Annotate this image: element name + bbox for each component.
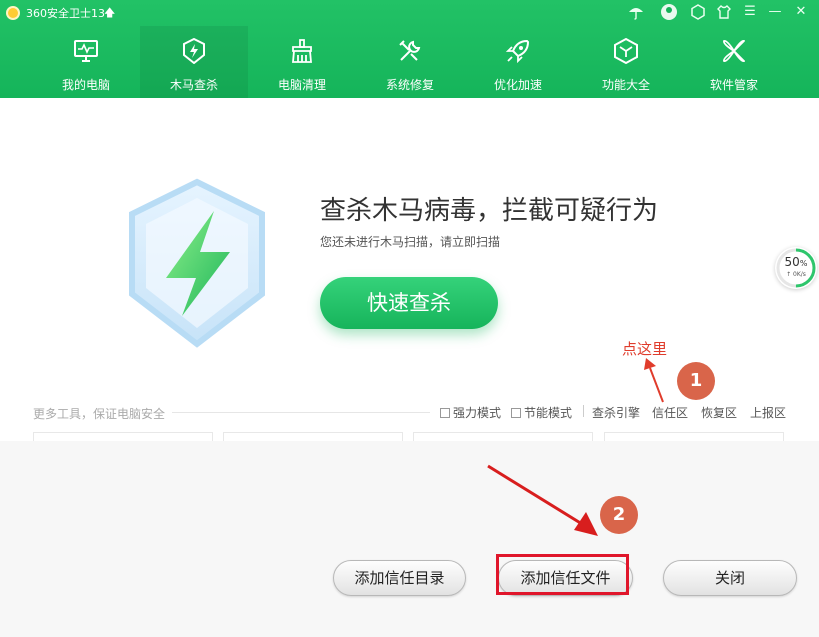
nav-system-repair[interactable]: 系统修复 bbox=[356, 26, 464, 98]
trust-zone-dialog bbox=[0, 441, 819, 637]
nav-software-manager[interactable]: 软件管家 bbox=[680, 26, 788, 98]
shirt-icon[interactable] bbox=[715, 3, 733, 21]
nav-my-computer[interactable]: 我的电脑 bbox=[32, 26, 140, 98]
nav-label: 软件管家 bbox=[709, 78, 758, 92]
nav-label: 系统修复 bbox=[385, 78, 434, 92]
nav-label: 优化加速 bbox=[493, 78, 542, 92]
power-mode-checkbox[interactable]: 节能模式 bbox=[511, 404, 572, 421]
hero-subtitle: 您还未进行木马扫描，请立即扫描 bbox=[320, 235, 501, 249]
header: 360安全卫士13 🡅 ☰ — ✕ 我的电脑 木马查杀 电脑清理 系统修复 优化… bbox=[0, 0, 819, 98]
arrow-to-trust-zone bbox=[649, 367, 664, 403]
highlight-box bbox=[496, 554, 629, 595]
menu-icon[interactable]: ☰ bbox=[741, 3, 759, 21]
annotation-hint: 点这里 bbox=[622, 340, 668, 358]
step-2-marker: 2 bbox=[600, 496, 638, 534]
upgrade-arrow-icon[interactable]: 🡅 bbox=[104, 4, 115, 23]
restore-zone-link[interactable]: 恢复区 bbox=[701, 404, 737, 421]
rocket-icon bbox=[505, 39, 530, 64]
step-1-marker: 1 bbox=[677, 362, 715, 400]
divider bbox=[583, 405, 584, 417]
main-nav: 我的电脑 木马查杀 电脑清理 系统修复 优化加速 功能大全 软件管家 bbox=[32, 26, 819, 98]
quick-scan-button[interactable]: 快速查杀 bbox=[320, 277, 498, 329]
trust-zone-link[interactable]: 信任区 bbox=[652, 404, 688, 421]
nav-label: 我的电脑 bbox=[61, 78, 110, 92]
add-trust-directory-button[interactable]: 添加信任目录 bbox=[333, 560, 466, 596]
arrowhead bbox=[644, 358, 656, 370]
wrench-icon bbox=[399, 40, 421, 61]
shield-illustration bbox=[129, 178, 265, 348]
close-icon[interactable]: ✕ bbox=[792, 3, 810, 21]
umbrella-icon[interactable] bbox=[627, 3, 645, 21]
nav-features[interactable]: 功能大全 bbox=[572, 26, 680, 98]
broom-icon bbox=[292, 39, 312, 63]
checkbox-icon bbox=[440, 408, 450, 418]
speed-rate: ↑ 0K/s bbox=[786, 271, 806, 278]
more-tools-label: 更多工具，保证电脑安全 bbox=[33, 407, 166, 421]
titlebar: 360安全卫士13 🡅 ☰ — ✕ bbox=[0, 0, 819, 26]
checkbox-icon bbox=[511, 408, 521, 418]
report-zone-link[interactable]: 上报区 bbox=[750, 404, 786, 421]
nav-cleanup[interactable]: 电脑清理 bbox=[248, 26, 356, 98]
app-logo-icon bbox=[6, 6, 20, 20]
speed-percent: 50% bbox=[784, 255, 808, 269]
nav-optimize[interactable]: 优化加速 bbox=[464, 26, 572, 98]
user-avatar-icon[interactable] bbox=[661, 4, 677, 20]
hexagon-icon[interactable] bbox=[689, 3, 707, 21]
close-button[interactable]: 关闭 bbox=[663, 560, 797, 596]
network-speed-widget[interactable]: 50% ↑ 0K/s bbox=[775, 247, 817, 289]
nav-trojan-scan[interactable]: 木马查杀 bbox=[140, 26, 248, 98]
strong-mode-checkbox[interactable]: 强力模式 bbox=[440, 404, 501, 421]
shield-bolt-icon bbox=[183, 38, 205, 64]
monitor-icon bbox=[74, 40, 98, 62]
cube-icon bbox=[614, 38, 638, 64]
nav-label: 木马查杀 bbox=[169, 78, 218, 92]
flower-icon bbox=[723, 40, 745, 62]
nav-label: 功能大全 bbox=[601, 78, 650, 92]
hero-title: 查杀木马病毒，拦截可疑行为 bbox=[320, 196, 659, 226]
app-window: 360安全卫士13 🡅 ☰ — ✕ 我的电脑 木马查杀 电脑清理 系统修复 优化… bbox=[0, 0, 819, 637]
nav-label: 电脑清理 bbox=[277, 78, 326, 92]
scan-engine-link[interactable]: 查杀引擎 bbox=[592, 404, 640, 421]
divider bbox=[172, 412, 430, 413]
app-title: 360安全卫士13 bbox=[26, 7, 105, 20]
minimize-icon[interactable]: — bbox=[766, 3, 784, 21]
